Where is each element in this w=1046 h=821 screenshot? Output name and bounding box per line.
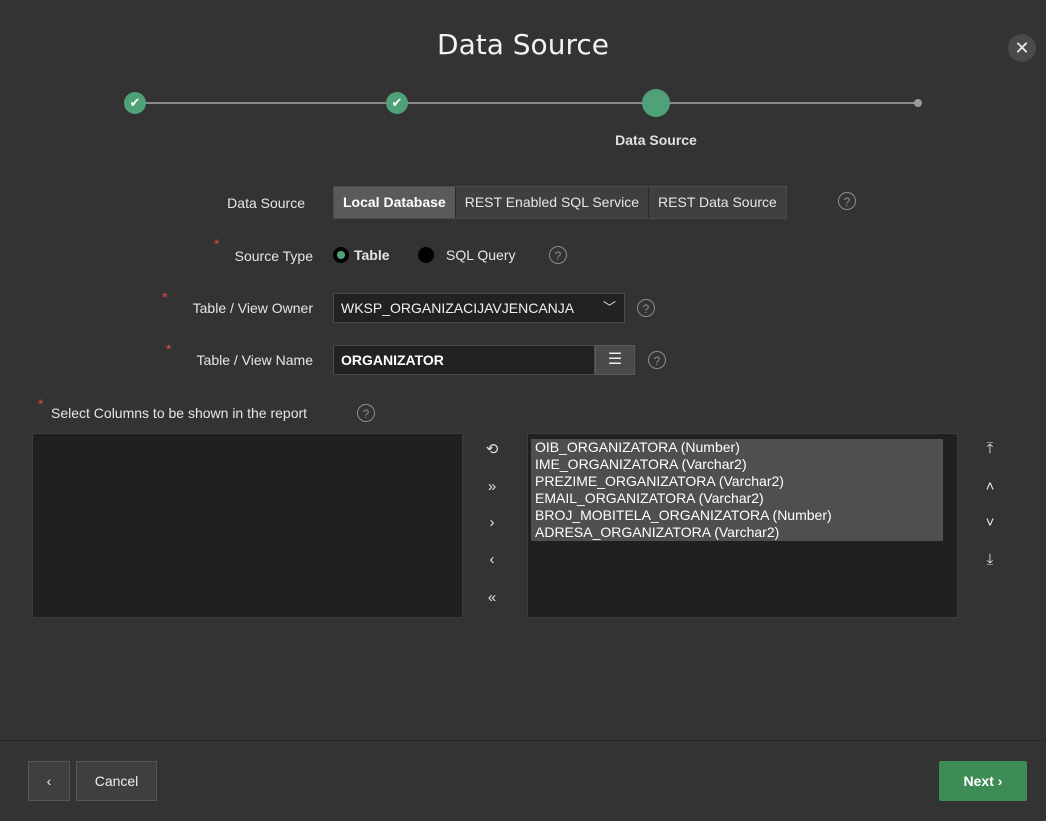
reset-shuttle-button[interactable]: ⟲: [482, 440, 502, 458]
help-icon[interactable]: ?: [648, 351, 666, 369]
move-left-button[interactable]: ‹: [482, 551, 502, 568]
list-item[interactable]: OIB_ORGANIZATORA (Number): [531, 439, 943, 456]
help-icon[interactable]: ?: [637, 299, 655, 317]
table-owner-value: WKSP_ORGANIZACIJAVJENCANJA: [341, 300, 575, 316]
list-item[interactable]: PREZIME_ORGANIZATORA (Varchar2): [531, 473, 943, 490]
dialog-title: Data Source: [437, 28, 609, 61]
list-item[interactable]: EMAIL_ORGANIZATORA (Varchar2): [531, 490, 943, 507]
list-of-values-button[interactable]: ☰: [595, 345, 635, 375]
wizard-step-1: ✔: [124, 92, 146, 114]
wizard-step-2: ✔: [386, 92, 408, 114]
table-name-input[interactable]: ORGANIZATOR: [333, 345, 595, 375]
columns-label: Select Columns to be shown in the report: [51, 405, 308, 421]
list-item[interactable]: IME_ORGANIZATORA (Varchar2): [531, 456, 943, 473]
required-marker: *: [38, 396, 44, 412]
check-icon: ✔: [129, 95, 141, 110]
source-type-table-radio[interactable]: [333, 247, 349, 263]
wizard-dialog: Data Source ✕ ✔ ✔ Data Source Data Sourc…: [0, 0, 1046, 821]
selected-columns-list[interactable]: OIB_ORGANIZATORA (Number) IME_ORGANIZATO…: [527, 433, 958, 618]
data-source-selector: Local Database REST Enabled SQL Service …: [333, 186, 787, 219]
available-columns-list[interactable]: [32, 433, 463, 618]
move-down-button[interactable]: ˅: [980, 514, 1000, 531]
chevron-down-icon: ﹀: [602, 300, 616, 315]
source-type-label: Source Type: [234, 248, 313, 264]
wizard-progress-line: [136, 102, 918, 104]
move-all-left-button[interactable]: «: [482, 589, 502, 606]
chevron-left-icon: ‹: [46, 773, 52, 789]
move-up-button[interactable]: ˄: [980, 478, 1000, 495]
move-top-button[interactable]: ⤒: [980, 440, 1000, 457]
table-owner-select[interactable]: WKSP_ORGANIZACIJAVJENCANJA ﹀: [333, 293, 625, 323]
next-button[interactable]: Next ›: [939, 761, 1027, 801]
source-type-sql-query-radio[interactable]: [418, 247, 434, 263]
source-type-sql-query-label[interactable]: SQL Query: [446, 247, 516, 263]
cancel-button[interactable]: Cancel: [76, 761, 157, 801]
footer-divider: [0, 740, 1046, 741]
help-icon[interactable]: ?: [357, 404, 375, 422]
previous-button[interactable]: ‹: [28, 761, 70, 801]
data-source-local-database[interactable]: Local Database: [334, 187, 456, 218]
table-owner-label: Table / View Owner: [192, 300, 313, 316]
move-right-button[interactable]: ›: [482, 514, 502, 531]
list-icon: ☰: [607, 351, 623, 368]
wizard-step-next: [914, 99, 922, 107]
help-icon[interactable]: ?: [549, 246, 567, 264]
move-all-right-button[interactable]: »: [482, 478, 502, 495]
help-icon[interactable]: ?: [838, 192, 856, 210]
source-type-table-label[interactable]: Table: [354, 247, 390, 263]
list-item[interactable]: ADRESA_ORGANIZATORA (Varchar2): [531, 524, 943, 541]
check-icon: ✔: [391, 95, 403, 110]
data-source-rest-enabled-sql[interactable]: REST Enabled SQL Service: [456, 187, 650, 218]
wizard-current-step-label: Data Source: [615, 132, 697, 148]
close-button[interactable]: ✕: [1008, 34, 1036, 62]
data-source-rest-data-source[interactable]: REST Data Source: [649, 187, 786, 218]
move-bottom-button[interactable]: ⤓: [980, 551, 1000, 568]
data-source-label: Data Source: [227, 195, 305, 211]
close-icon: ✕: [1014, 38, 1030, 58]
table-name-label: Table / View Name: [196, 352, 313, 368]
wizard-step-current: [642, 89, 670, 117]
chevron-right-icon: ›: [997, 773, 1003, 789]
next-button-label: Next: [963, 773, 994, 789]
list-item[interactable]: BROJ_MOBITELA_ORGANIZATORA (Number): [531, 507, 943, 524]
